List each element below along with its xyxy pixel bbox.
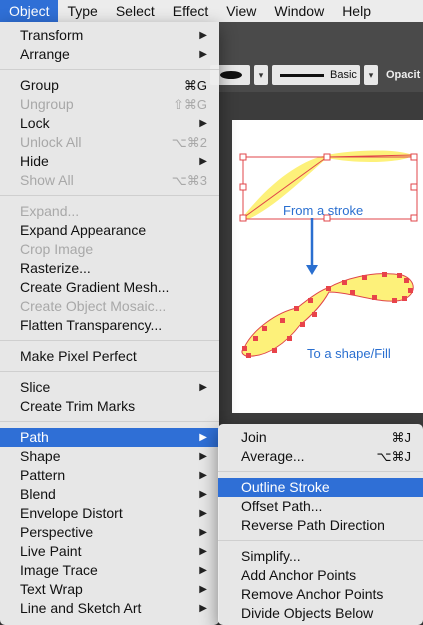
menu-separator [0,421,219,422]
brush-dropdown-icon[interactable]: ▾ [254,65,268,85]
menu-separator [0,195,219,196]
path-submenu: Join ⌘J Average... ⌥⌘J Outline Stroke Offs… [218,424,423,625]
menu-item-line-sketch-art[interactable]: Line and Sketch Art ▶ [0,599,219,618]
label-to-shape: To a shape/Fill [307,346,391,361]
opacity-label: Opacit [386,69,421,81]
submenu-arrow-icon: ▶ [199,30,207,41]
submenu-arrow-icon: ▶ [199,156,207,167]
menu-item-show-all: Show All ⌥⌘3 [20,172,207,188]
menu-separator [218,471,423,472]
menu-item-divide-objects-below[interactable]: Divide Objects Below [218,604,423,623]
menu-item-slice[interactable]: Slice ▶ [0,378,219,397]
submenu-arrow-icon: ▶ [199,546,207,557]
menu-item-join[interactable]: Join ⌘J [218,428,423,447]
menu-separator [0,69,219,70]
submenu-arrow-icon: ▶ [199,565,207,576]
options-bar: ▾ Basic ▾ Opacit [210,62,423,88]
submenu-arrow-icon: ▶ [199,489,207,500]
menu-item-blend[interactable]: Blend ▶ [0,485,219,504]
menu-bar: Object Type Select Effect View Window He… [0,0,423,23]
menu-separator [0,371,219,372]
object-menu: Transform ▶ Arrange ▶ Group ⌘G Ungroup ⇧⌘G L… [0,22,219,625]
submenu-arrow-icon: ▶ [199,508,207,519]
stroke-line-icon [280,73,324,77]
submenu-arrow-icon: ▶ [199,118,207,129]
stroke-style-label: Basic [330,69,357,81]
menu-item-hide[interactable]: Hide ▶ [0,152,219,171]
menu-item-ungroup: Ungroup ⇧⌘G [20,96,207,112]
menu-item-outline-stroke[interactable]: Outline Stroke [218,478,423,497]
submenu-arrow-icon: ▶ [199,527,207,538]
menu-item-add-anchor-points[interactable]: Add Anchor Points [218,566,423,585]
menu-item-pixel-perfect[interactable]: Make Pixel Perfect [0,347,219,366]
menu-item-offset-path[interactable]: Offset Path... [218,497,423,516]
menu-object[interactable]: Object [0,0,59,22]
submenu-arrow-icon: ▶ [199,382,207,393]
submenu-arrow-icon: ▶ [199,603,207,614]
menu-item-path[interactable]: Path ▶ [0,428,219,447]
label-from-stroke: From a stroke [283,203,364,218]
menu-view[interactable]: View [217,0,265,22]
menu-item-crop-image: Crop Image [20,241,94,257]
submenu-arrow-icon: ▶ [199,470,207,481]
menu-item-arrange[interactable]: Arrange ▶ [0,45,219,64]
stroke-style-select[interactable]: Basic [272,65,360,85]
menu-item-envelope-distort[interactable]: Envelope Distort ▶ [0,504,219,523]
menu-item-remove-anchor-points[interactable]: Remove Anchor Points [218,585,423,604]
stroke-style-dropdown-icon[interactable]: ▾ [364,65,378,85]
menu-item-image-trace[interactable]: Image Trace ▶ [0,561,219,580]
menu-item-flatten-transparency[interactable]: Flatten Transparency... [0,316,219,335]
menu-item-object-mosaic: Create Object Mosaic... [20,298,167,314]
submenu-arrow-icon: ▶ [199,584,207,595]
artwork-canvas [239,150,418,358]
menu-help[interactable]: Help [333,0,380,22]
menu-item-live-paint[interactable]: Live Paint ▶ [0,542,219,561]
menu-item-perspective[interactable]: Perspective ▶ [0,523,219,542]
menu-item-text-wrap[interactable]: Text Wrap ▶ [0,580,219,599]
menu-separator [218,540,423,541]
menu-item-unlock-all: Unlock All ⌥⌘2 [20,134,207,150]
menu-item-lock[interactable]: Lock ▶ [0,114,219,133]
menu-window[interactable]: Window [265,0,333,22]
submenu-arrow-icon: ▶ [199,49,207,60]
menu-item-expand: Expand... [20,203,80,219]
menu-item-expand-appearance[interactable]: Expand Appearance [0,221,219,240]
menu-type[interactable]: Type [58,0,106,22]
menu-item-group[interactable]: Group ⌘G [0,76,219,95]
menu-item-average[interactable]: Average... ⌥⌘J [218,447,423,466]
menu-item-reverse-path[interactable]: Reverse Path Direction [218,516,423,535]
menu-separator [0,340,219,341]
menu-effect[interactable]: Effect [164,0,218,22]
menu-item-pattern[interactable]: Pattern ▶ [0,466,219,485]
menu-item-shape[interactable]: Shape ▶ [0,447,219,466]
menu-item-simplify[interactable]: Simplify... [218,547,423,566]
menu-item-trim-marks[interactable]: Create Trim Marks [0,397,219,416]
submenu-arrow-icon: ▶ [199,451,207,462]
menu-item-gradient-mesh[interactable]: Create Gradient Mesh... [0,278,219,297]
arrow-head-icon [306,265,318,275]
menu-item-transform[interactable]: Transform ▶ [0,26,219,45]
menu-select[interactable]: Select [107,0,164,22]
submenu-arrow-icon: ▶ [199,432,207,443]
menu-item-rasterize[interactable]: Rasterize... [0,259,219,278]
